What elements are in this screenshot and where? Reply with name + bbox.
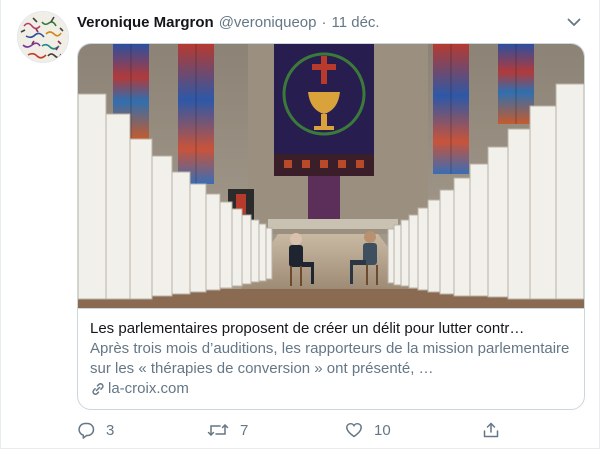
card-link[interactable]: la-croix.com [90, 379, 572, 399]
author-handle[interactable]: @veroniqueop [219, 14, 317, 31]
link-icon [92, 383, 104, 395]
card-title[interactable]: Les parlementaires proposent de créer un… [90, 319, 572, 339]
reply-icon [78, 422, 95, 439]
author-name[interactable]: Veronique Margron [77, 14, 214, 31]
retweet-count: 7 [240, 421, 249, 439]
reply-button[interactable]: 3 [77, 420, 114, 440]
card-description: Après trois mois d’auditions, les rappor… [90, 340, 570, 377]
separator: · [321, 13, 327, 31]
share-icon [483, 422, 499, 438]
share-button[interactable] [482, 420, 500, 440]
card-body: Les parlementaires proposent de créer un… [78, 308, 584, 409]
retweet-icon [207, 424, 229, 436]
like-count: 10 [374, 421, 391, 439]
tweet-header: Veronique Margron @veroniqueop · 11 déc. [77, 11, 580, 33]
retweet-button[interactable]: 7 [207, 420, 248, 440]
like-button[interactable]: 10 [345, 420, 391, 440]
link-card[interactable]: Les parlementaires proposent de créer un… [77, 43, 585, 410]
reply-count: 3 [106, 421, 115, 439]
chevron-down-icon[interactable] [564, 12, 584, 32]
card-domain: la-croix.com [108, 380, 189, 397]
tweet-actions: 3 7 10 [77, 420, 517, 440]
heart-icon [346, 422, 362, 438]
tweet-date[interactable]: 11 déc. [331, 14, 379, 31]
card-image[interactable] [78, 44, 584, 308]
avatar[interactable] [17, 11, 69, 63]
